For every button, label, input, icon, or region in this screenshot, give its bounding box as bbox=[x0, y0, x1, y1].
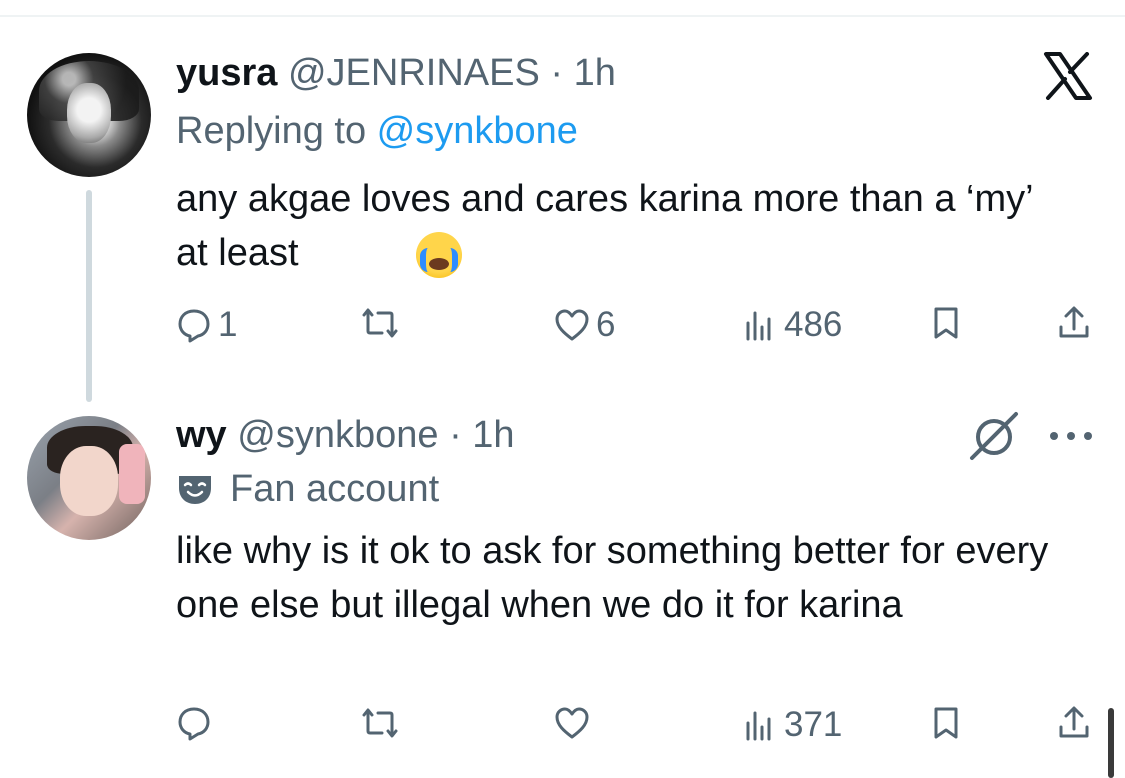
timestamp[interactable]: · 1h bbox=[449, 414, 514, 456]
tweet-2-actions: 371 bbox=[176, 705, 1096, 749]
loudly-crying-face-icon bbox=[416, 232, 462, 278]
retweet-icon bbox=[362, 308, 398, 338]
reply-button[interactable] bbox=[176, 705, 218, 741]
reply-icon bbox=[178, 309, 210, 343]
tweet-text: any akgae loves and cares karina more th… bbox=[176, 178, 1033, 274]
more-dot bbox=[1050, 432, 1058, 440]
top-divider bbox=[0, 15, 1125, 17]
tweet-1-actions: 1 6 486 bbox=[176, 305, 1096, 349]
replying-to-prefix: Replying to bbox=[176, 110, 377, 152]
like-icon bbox=[555, 707, 589, 739]
display-name[interactable]: wy bbox=[176, 414, 227, 456]
user-handle[interactable]: @JENRINAES bbox=[288, 52, 540, 94]
theater-mask-icon bbox=[179, 475, 211, 504]
no-symbol-icon[interactable] bbox=[968, 410, 1020, 462]
views-count: 371 bbox=[784, 705, 843, 744]
like-count: 6 bbox=[596, 305, 616, 344]
fan-account-label: Fan account bbox=[176, 468, 439, 511]
retweet-button[interactable] bbox=[362, 705, 404, 741]
views-button[interactable]: 371 bbox=[742, 705, 842, 745]
thread-line bbox=[86, 190, 92, 402]
views-icon bbox=[746, 711, 771, 741]
more-dot bbox=[1067, 432, 1075, 440]
retweet-icon bbox=[362, 708, 398, 738]
replying-to: Replying to @synkbone bbox=[176, 110, 578, 153]
share-button[interactable] bbox=[1056, 305, 1092, 341]
scrollbar[interactable] bbox=[1108, 708, 1114, 778]
bookmark-icon bbox=[934, 307, 958, 339]
share-icon bbox=[1059, 706, 1089, 738]
share-icon bbox=[1059, 306, 1089, 338]
user-handle[interactable]: @synkbone bbox=[237, 414, 438, 456]
bookmark-button[interactable] bbox=[928, 705, 964, 741]
views-count: 486 bbox=[784, 305, 843, 344]
timestamp[interactable]: · 1h bbox=[550, 52, 615, 94]
views-button[interactable]: 486 bbox=[742, 305, 842, 345]
avatar-face bbox=[67, 83, 111, 143]
replying-to-link[interactable]: @synkbone bbox=[377, 110, 578, 152]
like-button[interactable] bbox=[554, 705, 596, 741]
tweet-1-text: any akgae loves and cares karina more th… bbox=[176, 172, 1056, 280]
tweet-2-header: wy @synkbone · 1h bbox=[176, 414, 515, 457]
bookmark-button[interactable] bbox=[928, 305, 964, 341]
like-icon bbox=[555, 309, 589, 341]
share-button[interactable] bbox=[1056, 705, 1092, 741]
x-logo-icon[interactable] bbox=[1043, 52, 1093, 100]
like-button[interactable]: 6 bbox=[554, 305, 615, 345]
retweet-button[interactable] bbox=[362, 305, 404, 341]
more-icon[interactable] bbox=[1050, 432, 1092, 440]
reply-count: 1 bbox=[218, 305, 238, 344]
reply-button[interactable]: 1 bbox=[176, 305, 237, 345]
avatar-face bbox=[60, 446, 118, 516]
fan-account-text: Fan account bbox=[230, 468, 440, 510]
bookmark-icon bbox=[934, 707, 958, 739]
tweet-2-text: like why is it ok to ask for something b… bbox=[176, 524, 1076, 632]
reply-icon bbox=[178, 707, 210, 741]
views-icon bbox=[746, 311, 771, 341]
more-dot bbox=[1084, 432, 1092, 440]
avatar-yusra[interactable] bbox=[27, 53, 151, 177]
avatar-phone bbox=[119, 444, 145, 504]
avatar-wy[interactable] bbox=[27, 416, 151, 540]
tweet-text: like why is it ok to ask for something b… bbox=[176, 530, 1049, 626]
tweet-1-header: yusra @JENRINAES · 1h bbox=[176, 52, 616, 95]
display-name[interactable]: yusra bbox=[176, 52, 277, 94]
